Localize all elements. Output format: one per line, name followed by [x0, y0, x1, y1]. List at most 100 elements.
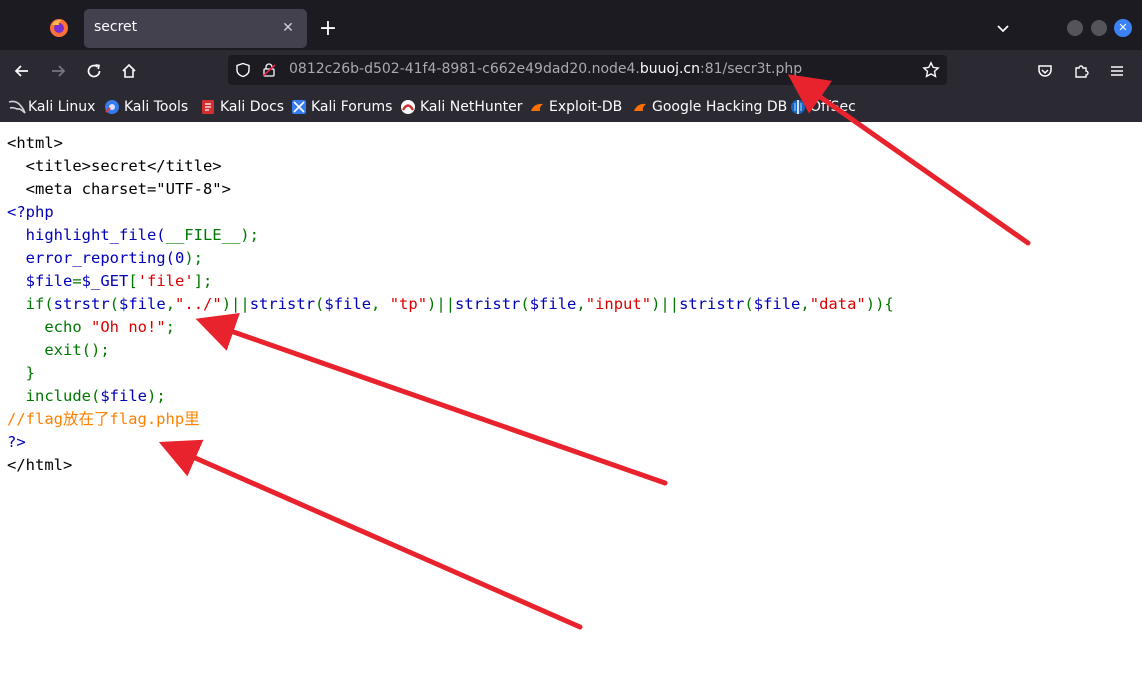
code-token: $file [324, 295, 372, 313]
code-line: } [7, 362, 894, 385]
code-line: include($file); [7, 385, 894, 408]
code-token: , [371, 295, 390, 313]
code-line: echo "Oh no!"; [7, 316, 894, 339]
maximize-button[interactable] [1091, 20, 1107, 36]
code-token: ); [147, 387, 166, 405]
home-button[interactable] [114, 56, 144, 86]
reload-icon [87, 64, 101, 78]
code-line: <title>secret</title> [7, 155, 894, 178]
code-token: stristr [249, 295, 316, 313]
star-icon[interactable] [922, 61, 940, 79]
php-close-tag: ?> [7, 433, 26, 451]
menu-button[interactable] [1102, 56, 1132, 86]
code-token: ; [165, 318, 175, 336]
code-token: $file [119, 295, 166, 313]
shield-icon[interactable] [235, 62, 251, 78]
bookmark-kali-docs[interactable]: Kali Docs [200, 97, 284, 117]
code-token: include( [7, 387, 101, 405]
code-token: 'file' [137, 272, 194, 290]
bookmark-offsec[interactable]: OffSec [790, 97, 856, 117]
code-token: exit(); [7, 341, 110, 359]
kali-tools-icon [104, 99, 120, 115]
code-line: $file=$_GET['file']; [7, 270, 894, 293]
code-line: <?php [7, 201, 894, 224]
code-line: exit(); [7, 339, 894, 362]
code-token: )|| [221, 295, 250, 313]
html-close-tag: </html> [7, 456, 73, 474]
exploitdb-icon [529, 99, 545, 115]
code-token: "input" [585, 295, 652, 313]
code-token: } [7, 364, 35, 382]
home-icon [122, 63, 136, 78]
code-line: <meta charset="UTF-8"> [7, 178, 894, 201]
kali-dragon-icon [8, 99, 26, 115]
close-tab-icon[interactable]: ✕ [278, 18, 298, 38]
bookmark-label: Kali NetHunter [420, 99, 523, 115]
address-bar[interactable]: 0812c26b-d502-41f4-8981-c662e49dad20.nod… [228, 55, 947, 85]
firefox-icon[interactable] [40, 10, 78, 46]
code-token: "../" [175, 295, 222, 313]
bookmark-kali-linux[interactable]: Kali Linux [8, 97, 95, 117]
navigation-toolbar: 0812c26b-d502-41f4-8981-c662e49dad20.nod… [0, 50, 1142, 92]
code-token: , [576, 295, 586, 313]
kali-forums-icon [291, 99, 307, 115]
code-line: highlight_file(__FILE__); [7, 224, 894, 247]
code-line: <html> [7, 132, 894, 155]
list-tabs-button[interactable] [990, 17, 1016, 41]
code-token: $file [529, 295, 577, 313]
code-token: __FILE__ [165, 226, 241, 244]
bookmark-label: Google Hacking DB [652, 99, 788, 115]
code-token: "Oh no!" [91, 318, 166, 336]
bookmark-label: Exploit-DB [549, 99, 623, 115]
code-token: highlight_file( [7, 226, 166, 244]
new-tab-button[interactable]: + [314, 16, 342, 44]
page-content: <html> <title>secret</title> <meta chars… [0, 122, 1142, 698]
bookmark-label: Kali Docs [220, 99, 285, 115]
bookmark-label: Kali Linux [28, 99, 96, 115]
bookmark-label: OffSec [810, 99, 856, 115]
code-token: ); [240, 226, 259, 244]
insecure-lock-icon[interactable] [261, 62, 277, 78]
title-tag: <title>secret</title> [7, 157, 222, 175]
arrow-right-icon [52, 65, 66, 77]
code-token: ]; [193, 272, 213, 290]
reload-button[interactable] [79, 56, 109, 86]
bookmark-kali-forums[interactable]: Kali Forums [291, 97, 392, 117]
code-token: "data" [809, 295, 866, 313]
active-tab[interactable]: secret ✕ [84, 9, 307, 48]
code-token: 0 [174, 249, 185, 267]
code-token: ( [744, 295, 754, 313]
close-window-button[interactable]: ✕ [1114, 19, 1132, 37]
code-token: ( [315, 295, 325, 313]
code-token: "tp" [389, 295, 428, 313]
code-token: strstr [53, 295, 110, 313]
url-text[interactable]: 0812c26b-d502-41f4-8981-c662e49dad20.nod… [289, 61, 802, 77]
code-token: $file [753, 295, 801, 313]
back-button[interactable] [7, 56, 37, 86]
bookmark-kali-tools[interactable]: Kali Tools [104, 97, 188, 117]
code-token: , [165, 295, 176, 313]
meta-tag: <meta charset="UTF-8"> [7, 180, 231, 198]
bookmark-kali-nethunter[interactable]: Kali NetHunter [400, 97, 522, 117]
title-bar: secret ✕ + ✕ [0, 0, 1142, 50]
url-domain: buuoj.cn [639, 61, 700, 77]
pocket-button[interactable] [1030, 56, 1060, 86]
bookmark-exploit-db[interactable]: Exploit-DB [529, 97, 622, 117]
code-token: stristr [679, 295, 745, 313]
html-open-tag: <html> [7, 134, 63, 152]
code-token: $_GET [81, 272, 129, 290]
minimize-button[interactable] [1067, 20, 1083, 36]
bookmark-google-hacking-db[interactable]: Google Hacking DB [632, 97, 787, 117]
code-token: = [72, 272, 82, 290]
url-suffix: :81/secr3t.php [700, 61, 803, 77]
forward-button[interactable] [43, 56, 73, 86]
code-token: ); [184, 249, 203, 267]
offsec-icon [790, 99, 806, 115]
php-open-tag: <?php [7, 203, 54, 221]
code-token: , [800, 295, 810, 313]
code-token: )|| [651, 295, 680, 313]
kali-docs-icon [200, 99, 216, 115]
extensions-button[interactable] [1066, 56, 1096, 86]
bookmark-label: Kali Tools [124, 99, 189, 115]
puzzle-icon [1075, 65, 1089, 78]
